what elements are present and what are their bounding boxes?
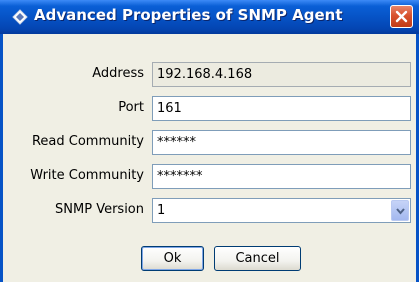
address-label: Address bbox=[92, 66, 144, 81]
write-community-field[interactable]: ******* bbox=[152, 164, 411, 189]
window-title: Advanced Properties of SNMP Agent bbox=[34, 6, 343, 24]
write-community-label: Write Community bbox=[30, 168, 144, 183]
title-bar[interactable]: Advanced Properties of SNMP Agent bbox=[0, 0, 419, 34]
snmp-version-value: 1 bbox=[157, 203, 166, 218]
port-field[interactable]: 161 bbox=[152, 96, 411, 121]
diamond-app-icon bbox=[12, 9, 28, 25]
ok-button[interactable]: Ok bbox=[141, 246, 204, 271]
snmp-version-select[interactable]: 1 bbox=[152, 198, 411, 223]
read-community-field[interactable]: ****** bbox=[152, 130, 411, 155]
read-community-label: Read Community bbox=[31, 134, 144, 149]
address-field[interactable]: 192.168.4.168 bbox=[152, 62, 411, 87]
dialog-body: Address 192.168.4.168 Port 161 Read Comm… bbox=[0, 34, 419, 282]
close-icon bbox=[395, 10, 408, 23]
port-label: Port bbox=[118, 100, 144, 115]
close-button[interactable] bbox=[390, 5, 413, 28]
snmp-version-label: SNMP Version bbox=[55, 202, 144, 217]
chevron-down-icon bbox=[396, 208, 405, 215]
cancel-button[interactable]: Cancel bbox=[214, 246, 301, 271]
dropdown-button[interactable] bbox=[391, 200, 409, 221]
